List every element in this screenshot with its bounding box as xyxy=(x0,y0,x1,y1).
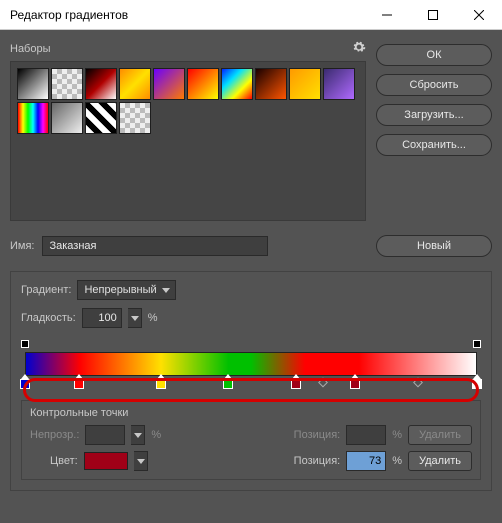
titlebar: Редактор градиентов xyxy=(0,0,502,30)
gear-icon[interactable] xyxy=(352,40,366,57)
name-label: Имя: xyxy=(10,240,34,252)
preset-swatch[interactable] xyxy=(17,68,49,100)
preset-swatch[interactable] xyxy=(17,102,49,134)
load-button[interactable]: Загрузить... xyxy=(376,104,492,126)
presets-label: Наборы xyxy=(10,43,51,55)
smoothness-dropdown[interactable] xyxy=(128,308,142,328)
color-stop[interactable] xyxy=(291,379,301,389)
color-pos-label: Позиция: xyxy=(294,455,341,467)
color-stop[interactable] xyxy=(20,379,30,389)
smoothness-unit: % xyxy=(148,312,158,324)
opacity-delete-button: Удалить xyxy=(408,425,472,445)
preset-swatch[interactable] xyxy=(85,102,117,134)
preset-swatch[interactable] xyxy=(255,68,287,100)
color-stop[interactable] xyxy=(74,379,84,389)
opacity-stop-track[interactable] xyxy=(25,342,477,352)
opacity-dropdown xyxy=(131,425,145,445)
preset-swatch[interactable] xyxy=(119,102,151,134)
color-pos-input[interactable] xyxy=(346,451,386,471)
gradient-type-value: Непрерывный xyxy=(84,284,156,296)
midpoint-marker[interactable] xyxy=(413,378,423,388)
color-dropdown[interactable] xyxy=(134,451,148,471)
opacity-pos-unit: % xyxy=(392,429,402,441)
save-button[interactable]: Сохранить... xyxy=(376,134,492,156)
preset-swatch[interactable] xyxy=(85,68,117,100)
preset-swatch[interactable] xyxy=(51,68,83,100)
opacity-label: Непрозр.: xyxy=(30,429,79,441)
name-input[interactable] xyxy=(42,236,268,256)
midpoint-marker[interactable] xyxy=(318,378,328,388)
preset-swatch[interactable] xyxy=(221,68,253,100)
color-stop[interactable] xyxy=(156,379,166,389)
stops-section: Контрольные точки Непрозр.: % Позиция: %… xyxy=(21,400,481,480)
presets-panel xyxy=(10,61,366,221)
new-button[interactable]: Новый xyxy=(376,235,492,257)
smoothness-input[interactable] xyxy=(82,308,122,328)
reset-button[interactable]: Сбросить xyxy=(376,74,492,96)
gradient-type-label: Градиент: xyxy=(21,284,71,296)
color-stop[interactable] xyxy=(223,379,233,389)
opacity-value-input xyxy=(85,425,125,445)
opacity-pos-input xyxy=(346,425,386,445)
opacity-pos-label: Позиция: xyxy=(294,429,341,441)
gradient-section: Градиент: Непрерывный Гладкость: % Контр… xyxy=(10,271,492,491)
preset-swatch[interactable] xyxy=(289,68,321,100)
stops-heading: Контрольные точки xyxy=(30,407,472,419)
color-stop[interactable] xyxy=(472,379,482,389)
opacity-unit: % xyxy=(151,429,161,441)
color-label: Цвет: xyxy=(50,455,78,467)
color-stop-track[interactable] xyxy=(25,376,477,386)
opacity-stop[interactable] xyxy=(21,340,29,348)
preset-swatch[interactable] xyxy=(119,68,151,100)
color-stop[interactable] xyxy=(350,379,360,389)
preset-swatch[interactable] xyxy=(153,68,185,100)
gradient-type-select[interactable]: Непрерывный xyxy=(77,280,175,300)
ok-button[interactable]: ОК xyxy=(376,44,492,66)
window-title: Редактор градиентов xyxy=(10,8,128,22)
preset-swatch[interactable] xyxy=(187,68,219,100)
color-pos-unit: % xyxy=(392,455,402,467)
opacity-stop[interactable] xyxy=(473,340,481,348)
preset-swatch[interactable] xyxy=(323,68,355,100)
gradient-bar[interactable] xyxy=(25,352,477,376)
minimize-button[interactable] xyxy=(364,0,410,30)
color-delete-button[interactable]: Удалить xyxy=(408,451,472,471)
preset-grid xyxy=(17,68,359,134)
gradient-editor[interactable] xyxy=(25,342,477,386)
color-well[interactable] xyxy=(84,452,128,470)
smoothness-label: Гладкость: xyxy=(21,312,76,324)
preset-swatch[interactable] xyxy=(51,102,83,134)
maximize-button[interactable] xyxy=(410,0,456,30)
close-button[interactable] xyxy=(456,0,502,30)
